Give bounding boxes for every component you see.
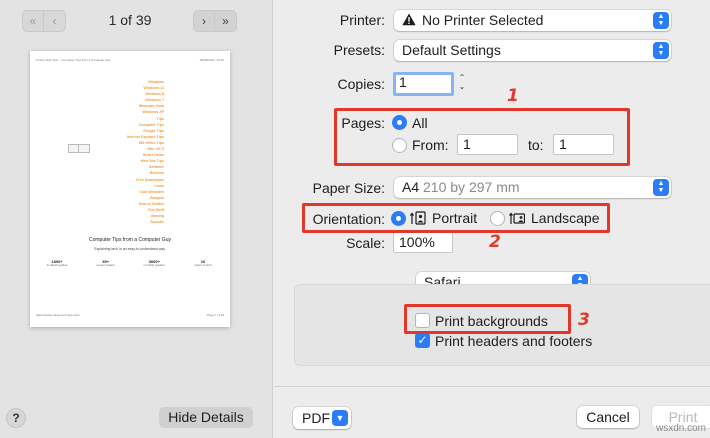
chevron-right-icon: ›	[202, 14, 206, 28]
stat-label: years of tech	[194, 263, 212, 267]
chevron-left-icon: ‹	[52, 14, 57, 28]
pdf-menu-button[interactable]: PDF ▼	[293, 407, 351, 429]
previous-page-button[interactable]: ‹	[44, 10, 66, 32]
print-headers-footers-label: Print headers and footers	[435, 333, 593, 349]
warning-triangle-icon	[402, 13, 416, 26]
page-thumbnail[interactable]: Online Tech Tips – Computer Tips from a …	[30, 51, 230, 327]
thumbnail-stat: 3000+ monthly readers	[139, 259, 169, 267]
thumbnail-stat: 16 years of tech	[188, 259, 218, 267]
pdf-label: PDF	[302, 410, 330, 426]
printer-label: Printer:	[339, 12, 385, 28]
page-counter: 1 of 39	[108, 12, 152, 28]
paper-size-dimensions: 210 by 297 mm	[423, 179, 520, 195]
thumbnail-title: Computer Tips from a Computer Guy	[89, 237, 171, 243]
watermark: wsxdn.com	[655, 423, 706, 434]
last-page-button[interactable]: »	[215, 10, 237, 32]
thumbnail-header-left: Online Tech Tips – Computer Tips from a …	[36, 58, 111, 62]
chevron-down-icon: ⌄	[458, 82, 466, 91]
print-headers-footers-checkbox[interactable]: ✓	[415, 333, 430, 348]
nav-forward-group: › »	[193, 10, 237, 32]
annotation-box-orientation	[302, 203, 610, 233]
copies-field[interactable]: 1	[393, 72, 454, 96]
double-chevron-right-icon: »	[222, 14, 229, 28]
help-button[interactable]: ?	[6, 408, 26, 428]
presets-select[interactable]: Default Settings ▲ ▼	[394, 40, 671, 61]
presets-value: Default Settings	[402, 42, 501, 58]
copies-stepper[interactable]: ⌃ ⌄	[456, 73, 468, 95]
annotation-number-3: 3	[578, 310, 590, 330]
scale-field[interactable]: 100%	[393, 232, 453, 253]
hide-details-button[interactable]: Hide Details	[159, 407, 253, 428]
cancel-button[interactable]: Cancel	[577, 406, 639, 428]
scale-label: Scale:	[346, 235, 385, 251]
thumbnail-stat: 35+ expert writers	[91, 259, 121, 267]
thumbnail-header-right: 06/08/2022, 10:34	[199, 58, 224, 62]
paper-size-label: Paper Size:	[312, 180, 385, 196]
stat-label: in-depth guides	[46, 263, 68, 267]
footer-divider	[274, 386, 710, 387]
presets-label: Presets:	[333, 42, 385, 58]
stat-label: monthly readers	[143, 263, 166, 267]
annotation-number-2: 2	[489, 232, 501, 252]
next-page-button[interactable]: ›	[193, 10, 215, 32]
thumbnail-link-list: Windows Windows 11 Windows 8 Windows 7 W…	[108, 79, 164, 225]
first-page-button[interactable]: «	[22, 10, 44, 32]
chevron-down-icon: ▼	[332, 410, 348, 426]
annotation-number-1: 1	[507, 86, 519, 106]
up-down-chevron-icon: ▲▼	[653, 179, 669, 196]
up-down-chevron-icon: ▲▼	[653, 42, 669, 59]
annotation-box-backgrounds	[404, 304, 571, 334]
thumbnail-link: Youtube	[149, 220, 164, 225]
preview-pane: « ‹ 1 of 39 › » Online Tech Tips – Compu…	[0, 0, 273, 438]
paper-size-select[interactable]: A4 210 by 297 mm ▲ ▼	[394, 177, 671, 198]
thumbnail-stat: 1800+ in-depth guides	[42, 259, 72, 267]
nav-back-group: « ‹	[22, 10, 66, 32]
up-down-chevron-icon: ▲▼	[653, 12, 669, 29]
printer-select[interactable]: No Printer Selected ▲ ▼	[394, 10, 671, 31]
printer-value: No Printer Selected	[422, 12, 544, 28]
thumbnail-footer-left: https://www.online-tech-tips.com/	[36, 313, 80, 317]
checkmark-icon: ✓	[417, 333, 428, 347]
thumbnail-embedded-image	[68, 144, 90, 153]
thumbnail-footer-right: Page 1 of 39	[206, 313, 224, 317]
stat-label: expert writers	[96, 263, 115, 267]
chevron-up-icon: ⌃	[458, 73, 466, 82]
annotation-box-pages	[334, 108, 630, 166]
thumbnail-subtitle: Explaining tech in an easy-to-understand…	[94, 247, 166, 251]
double-chevron-left-icon: «	[29, 14, 37, 28]
paper-size-value: A4	[402, 179, 420, 195]
thumbnail-stats: 1800+ in-depth guides 35+ expert writers…	[42, 259, 218, 267]
copies-label: Copies:	[337, 76, 385, 92]
